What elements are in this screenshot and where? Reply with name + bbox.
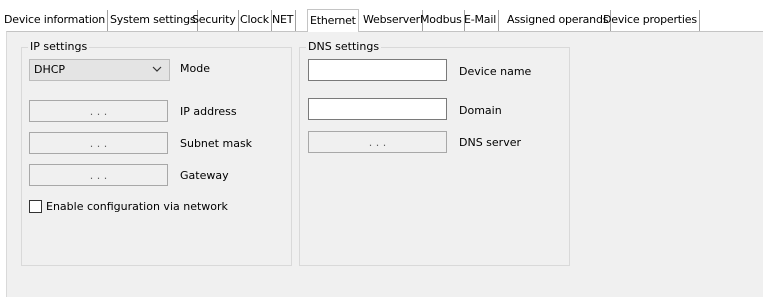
enable-network-config-checkbox[interactable] <box>29 200 42 213</box>
domain-label: Domain <box>459 104 502 117</box>
dns-server-label: DNS server <box>459 136 521 149</box>
tab-ethernet[interactable]: Ethernet <box>307 9 359 32</box>
subnet-mask-field[interactable]: . . . <box>29 132 168 154</box>
ethernet-panel: IP settings DHCP Mode . . . IP address .… <box>6 31 763 297</box>
ip-address-field[interactable]: . . . <box>29 100 168 122</box>
mode-select-value: DHCP <box>34 63 66 76</box>
mode-select[interactable]: DHCP <box>29 59 170 81</box>
domain-input[interactable] <box>308 98 447 120</box>
tab-bar: Device information System settings Secur… <box>0 9 763 32</box>
ip-address-placeholder: . . . <box>89 104 108 118</box>
dns-server-field[interactable]: . . . <box>308 131 447 153</box>
gateway-placeholder: . . . <box>89 168 108 182</box>
tab-modbus[interactable]: Modbus <box>418 10 465 31</box>
device-name-label: Device name <box>459 65 532 78</box>
ip-address-label: IP address <box>180 105 237 118</box>
ip-settings-title: IP settings <box>28 40 90 53</box>
tab-webserver[interactable]: Webserver <box>361 10 424 31</box>
tab-clock[interactable]: Clock <box>238 10 272 31</box>
subnet-mask-placeholder: . . . <box>89 136 108 150</box>
tab-assigned-operands[interactable]: Assigned operands <box>505 10 612 31</box>
tab-e-mail[interactable]: E-Mail <box>462 10 500 31</box>
ip-settings-group: IP settings DHCP Mode . . . IP address .… <box>21 40 292 266</box>
gateway-field[interactable]: . . . <box>29 164 168 186</box>
dns-settings-title: DNS settings <box>306 40 382 53</box>
device-name-input[interactable] <box>308 59 447 81</box>
tab-device-properties[interactable]: Device properties <box>601 10 700 31</box>
dns-server-placeholder: . . . <box>368 135 387 149</box>
enable-network-config-label[interactable]: Enable configuration via network <box>46 200 228 213</box>
tab-system-settings[interactable]: System settings <box>108 10 199 31</box>
subnet-mask-label: Subnet mask <box>180 137 253 150</box>
tab-net[interactable]: NET <box>270 10 297 31</box>
tab-device-information[interactable]: Device information <box>2 10 109 31</box>
dns-settings-group: DNS settings Device name Domain . . . DN… <box>299 40 570 266</box>
gateway-label: Gateway <box>180 169 229 182</box>
chevron-down-icon <box>152 66 162 72</box>
tab-security[interactable]: Security <box>190 10 239 31</box>
mode-label: Mode <box>180 62 210 75</box>
